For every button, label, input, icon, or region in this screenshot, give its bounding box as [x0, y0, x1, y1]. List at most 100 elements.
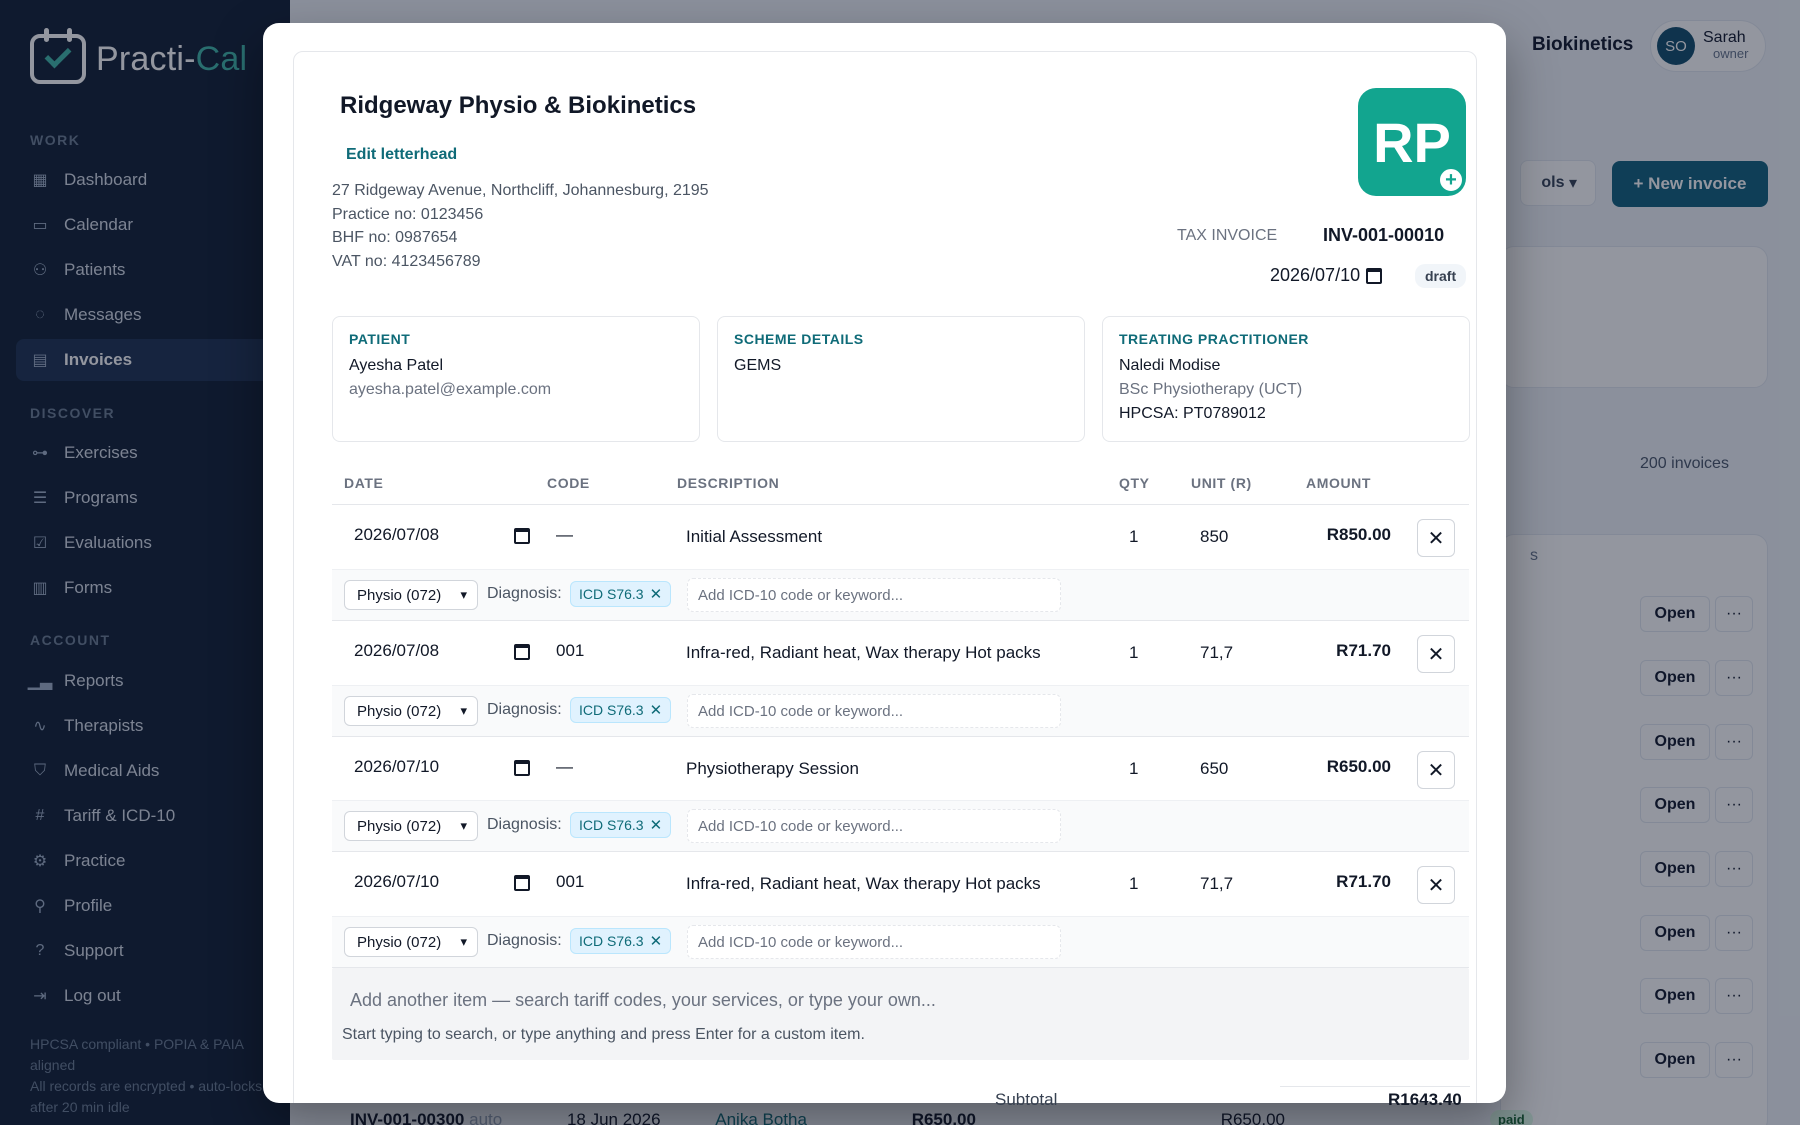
add-item-input[interactable]: Add another item — search tariff codes, …	[350, 990, 936, 1011]
sidebar-item-tariff[interactable]: # Tariff & ICD-10	[16, 795, 276, 837]
item-unit-price[interactable]: 71,7	[1200, 874, 1233, 894]
discipline-select[interactable]: Physio (072) ▾	[344, 580, 478, 610]
calendar-icon[interactable]	[514, 760, 530, 776]
more-actions-button[interactable]: ···	[1715, 596, 1753, 632]
item-date-input[interactable]: 2026/07/10	[354, 872, 530, 892]
item-qty[interactable]: 1	[1129, 527, 1138, 547]
more-actions-button[interactable]: ···	[1715, 660, 1753, 696]
line-item: 2026/07/10 — Physiotherapy Session 1 650…	[332, 737, 1469, 801]
icd-search-input[interactable]: Add ICD-10 code or keyword...	[687, 694, 1061, 728]
sidebar-item-therapists[interactable]: ∿ Therapists	[16, 705, 276, 747]
upload-logo-plus-icon[interactable]: +	[1438, 167, 1464, 193]
more-actions-button[interactable]: ···	[1715, 978, 1753, 1014]
item-date-input[interactable]: 2026/07/08	[354, 641, 530, 661]
sidebar-item-forms[interactable]: ▥ Forms	[16, 567, 276, 609]
item-qty[interactable]: 1	[1129, 643, 1138, 663]
sidebar-item-patients[interactable]: ⚇ Patients	[16, 249, 276, 291]
remove-chip-icon[interactable]: ✕	[650, 585, 663, 603]
item-qty[interactable]: 1	[1129, 759, 1138, 779]
column-code: CODE	[547, 475, 590, 491]
open-invoice-button[interactable]: Open	[1640, 660, 1710, 696]
sidebar-item-medical-aids[interactable]: ⛉ Medical Aids	[16, 750, 276, 792]
remove-chip-icon[interactable]: ✕	[650, 816, 663, 834]
item-code[interactable]: 001	[556, 872, 584, 892]
sidebar-item-practice[interactable]: ⚙ Practice	[16, 840, 276, 882]
icd-search-input[interactable]: Add ICD-10 code or keyword...	[687, 578, 1061, 612]
calendar-icon[interactable]	[514, 644, 530, 660]
discipline-select[interactable]: Physio (072) ▾	[344, 927, 478, 957]
more-actions-button[interactable]: ···	[1715, 724, 1753, 760]
open-invoice-button[interactable]: Open	[1640, 851, 1710, 887]
sidebar-item-calendar[interactable]: ▭ Calendar	[16, 204, 276, 246]
icd-chip[interactable]: ICD S76.3 ✕	[570, 812, 672, 838]
open-invoice-button[interactable]: Open	[1640, 596, 1710, 632]
open-invoice-button[interactable]: Open	[1640, 915, 1710, 951]
item-date-input[interactable]: 2026/07/08	[354, 525, 530, 545]
practice-address: 27 Ridgeway Avenue, Northcliff, Johannes…	[332, 182, 709, 199]
item-unit-price[interactable]: 850	[1200, 527, 1228, 547]
discipline-select[interactable]: Physio (072) ▾	[344, 811, 478, 841]
sidebar-item-profile[interactable]: ⚲ Profile	[16, 885, 276, 927]
item-description[interactable]: Infra-red, Radiant heat, Wax therapy Hot…	[686, 643, 1041, 663]
more-actions-button[interactable]: ···	[1715, 851, 1753, 887]
item-unit-price[interactable]: 71,7	[1200, 643, 1233, 663]
open-invoice-button[interactable]: Open	[1640, 787, 1710, 823]
sidebar-item-logout[interactable]: ⇥ Log out	[16, 975, 276, 1017]
sidebar-item-evaluations[interactable]: ☑ Evaluations	[16, 522, 276, 564]
edit-letterhead-link[interactable]: Edit letterhead	[346, 146, 457, 164]
icd-search-input[interactable]: Add ICD-10 code or keyword...	[687, 925, 1061, 959]
remove-item-button[interactable]: ✕	[1417, 635, 1455, 673]
item-description[interactable]: Infra-red, Radiant heat, Wax therapy Hot…	[686, 874, 1041, 894]
calendar-icon[interactable]	[514, 875, 530, 891]
practitioner-card[interactable]: TREATING PRACTITIONER Naledi Modise BSc …	[1102, 316, 1470, 442]
remove-item-button[interactable]: ✕	[1417, 519, 1455, 557]
invoice-date-input[interactable]: 2026/07/10	[1270, 265, 1383, 286]
icd-search-input[interactable]: Add ICD-10 code or keyword...	[687, 809, 1061, 843]
sidebar-item-support[interactable]: ? Support	[16, 930, 276, 972]
item-qty[interactable]: 1	[1129, 874, 1138, 894]
table-row[interactable]: INV-001-00300 auto 18 Jun 2026 Anika Bot…	[350, 1110, 1285, 1125]
sidebar-item-exercises[interactable]: ⊶ Exercises	[16, 432, 276, 474]
sidebar-item-invoices[interactable]: ▤ Invoices	[16, 339, 276, 381]
discipline-select[interactable]: Physio (072) ▾	[344, 696, 478, 726]
item-date-input[interactable]: 2026/07/10	[354, 757, 530, 777]
subtotal-divider	[1280, 1086, 1470, 1087]
remove-chip-icon[interactable]: ✕	[650, 701, 663, 719]
item-description[interactable]: Physiotherapy Session	[686, 759, 859, 779]
list-icon: ☰	[32, 490, 48, 507]
open-invoice-button[interactable]: Open	[1640, 1042, 1710, 1078]
icd-chip[interactable]: ICD S76.3 ✕	[570, 928, 672, 954]
item-amount: R650.00	[1326, 757, 1391, 776]
scheme-card[interactable]: SCHEME DETAILS GEMS	[717, 316, 1085, 442]
open-invoice-button[interactable]: Open	[1640, 724, 1710, 760]
icd-chip[interactable]: ICD S76.3 ✕	[570, 697, 672, 723]
more-actions-button[interactable]: ···	[1715, 787, 1753, 823]
sidebar-item-reports[interactable]: ▁▃ Reports	[16, 660, 276, 702]
icd-chip[interactable]: ICD S76.3 ✕	[570, 581, 672, 607]
item-unit-price[interactable]: 650	[1200, 759, 1228, 779]
item-code[interactable]: —	[556, 525, 573, 545]
new-invoice-button[interactable]: + New invoice	[1612, 161, 1768, 207]
more-actions-button[interactable]: ···	[1715, 915, 1753, 951]
sidebar-item-messages[interactable]: ◌ Messages	[16, 294, 276, 336]
form-icon: ▥	[32, 580, 48, 597]
remove-item-button[interactable]: ✕	[1417, 866, 1455, 904]
item-code[interactable]: —	[556, 757, 573, 777]
close-icon: ✕	[1427, 874, 1445, 897]
sidebar-item-programs[interactable]: ☰ Programs	[16, 477, 276, 519]
calendar-icon[interactable]	[514, 528, 530, 544]
remove-item-button[interactable]: ✕	[1417, 751, 1455, 789]
more-actions-button[interactable]: ···	[1715, 1042, 1753, 1078]
sidebar-item-dashboard[interactable]: ▦ Dashboard	[16, 159, 276, 201]
open-invoice-button[interactable]: Open	[1640, 978, 1710, 1014]
calendar-icon[interactable]	[1366, 267, 1383, 284]
add-item-area[interactable]: Add another item — search tariff codes, …	[332, 968, 1469, 1060]
user-menu[interactable]: SO Sarah owner	[1650, 20, 1766, 72]
column-amount: AMOUNT	[1306, 475, 1372, 491]
item-code[interactable]: 001	[556, 641, 584, 661]
patient-card[interactable]: PATIENT Ayesha Patel ayesha.patel@exampl…	[332, 316, 700, 442]
tools-dropdown[interactable]: ols ▾	[1520, 160, 1596, 206]
item-description[interactable]: Initial Assessment	[686, 527, 822, 547]
remove-chip-icon[interactable]: ✕	[650, 932, 663, 950]
app-logo[interactable]: Practi-Cal	[30, 28, 247, 84]
